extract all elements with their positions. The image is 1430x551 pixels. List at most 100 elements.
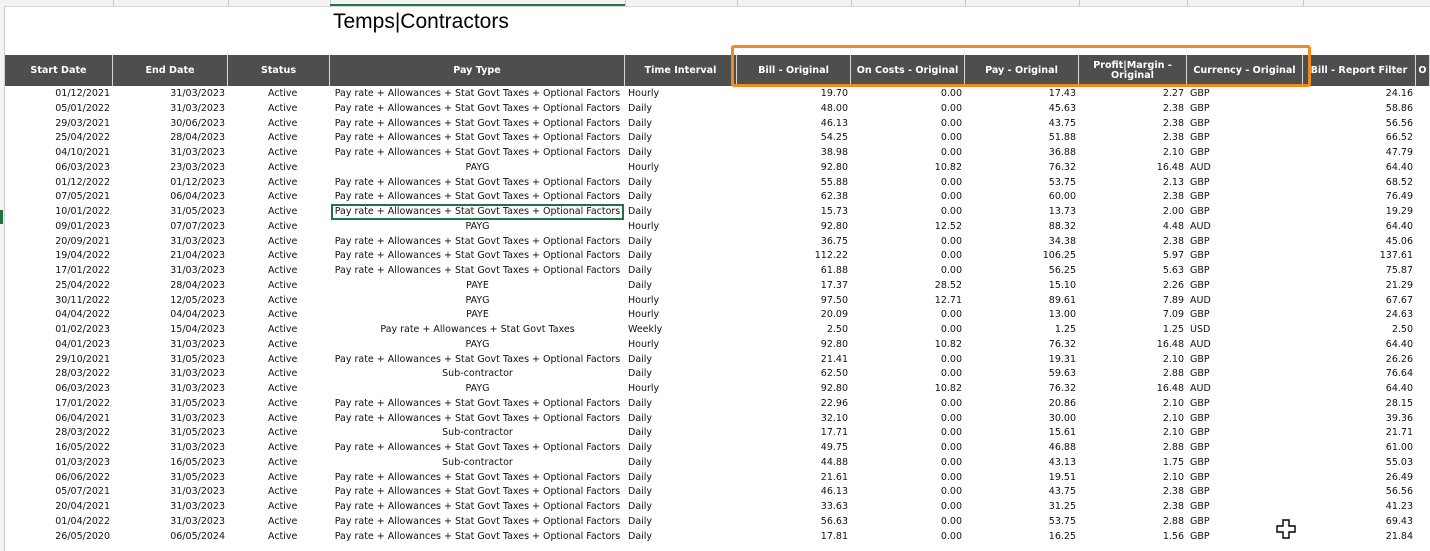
cell-status[interactable]: Active [265,500,330,515]
cell-oncosts[interactable]: 0.00 [851,87,965,102]
cell-billrf[interactable]: 61.00 [1303,441,1416,456]
cell-profit[interactable]: 2.00 [1079,205,1187,220]
cell-interval[interactable]: Hourly [625,338,737,353]
column-separator[interactable] [113,0,114,6]
cell-profit[interactable]: 2.27 [1079,87,1187,102]
cell-start[interactable]: 19/04/2022 [5,249,113,264]
cell-status[interactable]: Active [265,146,330,161]
cell-profit[interactable]: 7.09 [1079,308,1187,323]
cell-status[interactable]: Active [265,279,330,294]
cell-interval[interactable]: Daily [625,426,737,441]
cell-status[interactable]: Active [265,220,330,235]
cell-bill[interactable]: 17.81 [737,530,851,545]
cell-start[interactable]: 04/01/2023 [5,338,113,353]
cell-interval[interactable]: Hourly [625,161,737,176]
cell-billrf[interactable]: 55.03 [1303,456,1416,471]
cell-end[interactable]: 31/05/2023 [113,471,228,486]
cell-start[interactable]: 04/04/2022 [5,308,113,323]
cell-pay[interactable]: 19.31 [965,353,1079,368]
cell-bill[interactable]: 62.38 [737,190,851,205]
cell-interval[interactable]: Daily [625,397,737,412]
column-header-next[interactable]: O [1416,55,1430,86]
cell-status[interactable]: Active [265,367,330,382]
cell-status[interactable]: Active [265,131,330,146]
cell-currency[interactable]: USD [1187,323,1303,338]
cell-pay[interactable]: 13.73 [965,205,1079,220]
cell-start[interactable]: 17/01/2022 [5,397,113,412]
cell-bill[interactable]: 38.98 [737,146,851,161]
column-separator[interactable] [1187,0,1188,6]
cell-pay[interactable]: 43.75 [965,485,1079,500]
cell-paytype[interactable]: Pay rate + Allowances + Stat Govt Taxes … [330,87,625,102]
cell-start[interactable]: 01/12/2021 [5,87,113,102]
cell-end[interactable]: 31/03/2023 [113,146,228,161]
cell-paytype[interactable]: Pay rate + Allowances + Stat Govt Taxes … [330,176,625,191]
cell-end[interactable]: 31/03/2023 [113,515,228,530]
cell-interval[interactable]: Daily [625,190,737,205]
cell-currency[interactable]: GBP [1187,353,1303,368]
cell-bill[interactable]: 17.71 [737,426,851,441]
cell-paytype[interactable]: Pay rate + Allowances + Stat Govt Taxes … [330,264,625,279]
cell-end[interactable]: 31/03/2023 [113,338,228,353]
cell-oncosts[interactable]: 0.00 [851,249,965,264]
cell-start[interactable]: 07/05/2021 [5,190,113,205]
cell-bill[interactable]: 36.75 [737,235,851,250]
cell-currency[interactable]: GBP [1187,87,1303,102]
cell-currency[interactable]: GBP [1187,205,1303,220]
cell-oncosts[interactable]: 0.00 [851,205,965,220]
cell-status[interactable]: Active [265,471,330,486]
cell-bill[interactable]: 21.41 [737,353,851,368]
column-header-pay[interactable]: Pay - Original [965,55,1079,86]
cell-bill[interactable]: 54.25 [737,131,851,146]
cell-billrf[interactable]: 26.49 [1303,471,1416,486]
cell-profit[interactable]: 16.48 [1079,382,1187,397]
cell-interval[interactable]: Daily [625,117,737,132]
cell-currency[interactable]: GBP [1187,500,1303,515]
cell-start[interactable]: 01/03/2023 [5,456,113,471]
cell-interval[interactable]: Daily [625,176,737,191]
cell-currency[interactable]: GBP [1187,471,1303,486]
cell-currency[interactable]: GBP [1187,279,1303,294]
cell-start[interactable]: 29/10/2021 [5,353,113,368]
cell-pay[interactable]: 56.25 [965,264,1079,279]
cell-end[interactable]: 15/04/2023 [113,323,228,338]
column-separator[interactable] [1303,0,1304,6]
cell-end[interactable]: 28/04/2023 [113,279,228,294]
cell-billrf[interactable]: 24.63 [1303,308,1416,323]
cell-oncosts[interactable]: 28.52 [851,279,965,294]
cell-profit[interactable]: 2.88 [1079,515,1187,530]
cell-bill[interactable]: 49.75 [737,441,851,456]
cell-pay[interactable]: 76.32 [965,382,1079,397]
cell-status[interactable]: Active [265,190,330,205]
cell-bill[interactable]: 19.70 [737,87,851,102]
cell-profit[interactable]: 4.48 [1079,220,1187,235]
cell-paytype[interactable]: PAYG [330,382,625,397]
cell-interval[interactable]: Daily [625,102,737,117]
cell-billrf[interactable]: 24.16 [1303,87,1416,102]
cell-paytype[interactable]: Pay rate + Allowances + Stat Govt Taxes … [330,500,625,515]
cell-currency[interactable]: GBP [1187,264,1303,279]
cell-end[interactable]: 31/05/2023 [113,205,228,220]
cell-billrf[interactable]: 76.49 [1303,190,1416,205]
cell-paytype[interactable]: PAYG [330,338,625,353]
cell-pay[interactable]: 17.43 [965,87,1079,102]
cell-billrf[interactable]: 41.23 [1303,500,1416,515]
cell-end[interactable]: 31/03/2023 [113,102,228,117]
cell-oncosts[interactable]: 0.00 [851,426,965,441]
cell-end[interactable]: 31/03/2023 [113,382,228,397]
cell-status[interactable]: Active [265,308,330,323]
cell-interval[interactable]: Hourly [625,220,737,235]
cell-paytype[interactable]: Sub-contractor [330,426,625,441]
cell-pay[interactable]: 76.32 [965,161,1079,176]
cell-pay[interactable]: 59.63 [965,367,1079,382]
column-separator[interactable] [737,0,738,6]
cell-pay[interactable]: 34.38 [965,235,1079,250]
cell-status[interactable]: Active [265,338,330,353]
cell-billrf[interactable]: 75.87 [1303,264,1416,279]
cell-interval[interactable]: Daily [625,485,737,500]
cell-billrf[interactable]: 64.40 [1303,161,1416,176]
cell-bill[interactable]: 32.10 [737,412,851,427]
column-header-start[interactable]: Start Date [5,55,113,86]
cell-oncosts[interactable]: 0.00 [851,367,965,382]
cell-profit[interactable]: 2.10 [1079,353,1187,368]
